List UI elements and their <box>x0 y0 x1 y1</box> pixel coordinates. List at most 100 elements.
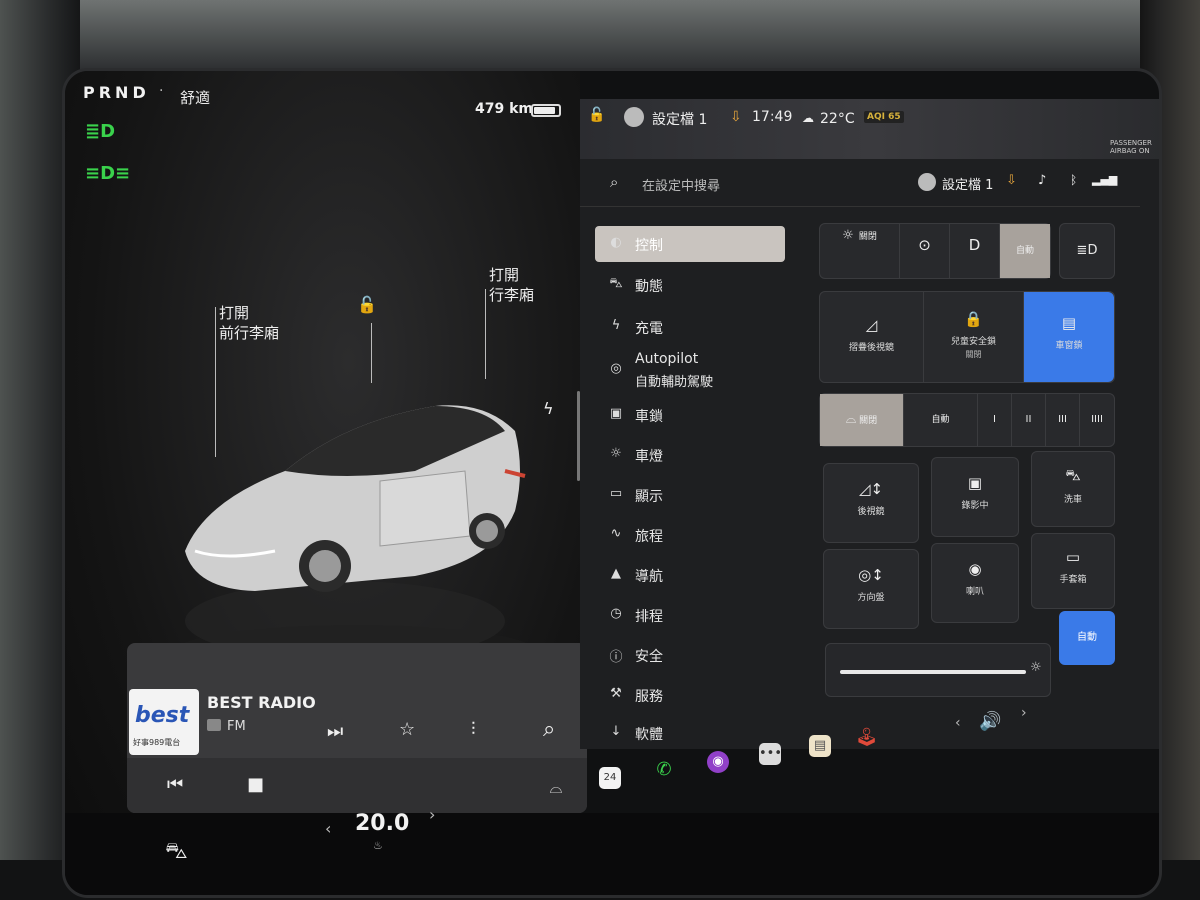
mirrors-adjust-inner[interactable]: ◿↕ 後視鏡 <box>824 464 918 542</box>
open-frunk-label[interactable]: 打開 前行李廂 <box>219 303 279 343</box>
menu-item-label: 顯示 <box>635 489 663 505</box>
mirror-lock-controls: ◿ 摺疊後視鏡 🔒 兒童安全鎖 關閉 ▤ 車窗鎖 <box>819 291 1115 383</box>
car-wash-tile[interactable]: ⛍ 洗車 <box>1031 451 1115 527</box>
profile-avatar-icon[interactable] <box>918 173 936 191</box>
joystick-icon[interactable]: 🕹 <box>855 727 878 749</box>
brightness-auto-button[interactable]: 自動 <box>1059 611 1115 665</box>
menu-item-charging[interactable]: ϟ 充電 <box>595 309 785 345</box>
equalizer-icon[interactable]: ⫶ <box>471 719 476 740</box>
search-icon[interactable]: ⌕ <box>543 717 555 742</box>
menu-item-label: 導航 <box>635 569 663 585</box>
brightness-icon: ☼ <box>1030 660 1042 675</box>
dashcam-tile[interactable]: ▣ 錄影中 <box>931 457 1019 537</box>
menu-item-autopilot[interactable]: ◎ Autopilot 自動輔助駕駛 <box>595 347 785 391</box>
weather-icon: ☁ <box>802 111 814 125</box>
menu-item-display[interactable]: ▭ 顯示 <box>595 477 785 513</box>
menu-item-lights[interactable]: ☼ 車燈 <box>595 437 785 473</box>
menu-item-dynamics[interactable]: ⛍ 動態 <box>595 267 785 303</box>
lights-auto-button[interactable]: 自動 <box>1000 224 1050 278</box>
calendar-icon[interactable]: 24 <box>599 767 621 789</box>
seat-heater-icon[interactable]: ♨ <box>373 839 383 852</box>
menu-item-locks[interactable]: ▣ 車鎖 <box>595 397 785 433</box>
temp-up-button[interactable]: › <box>429 805 435 824</box>
wiper-speed-4-button[interactable]: IIII <box>1080 394 1114 446</box>
profile-avatar-icon[interactable] <box>624 107 644 127</box>
bolt-icon: ϟ <box>611 318 621 333</box>
menu-item-software[interactable]: ↓ 軟體 <box>595 715 785 741</box>
menu-item-label: 車鎖 <box>635 409 663 425</box>
steering-adjust-inner[interactable]: ◎↕ 方向盤 <box>824 550 918 628</box>
volume-up-button[interactable]: › <box>1021 705 1027 721</box>
stop-button[interactable]: ■ <box>247 774 264 795</box>
fold-mirrors-button[interactable]: ◿ 摺疊後視鏡 <box>820 292 924 382</box>
volume-icon[interactable]: 🔊 <box>979 711 1001 732</box>
menu-item-schedule[interactable]: ◷ 排程 <box>595 597 785 633</box>
next-station-button[interactable]: ⏭ <box>327 721 343 742</box>
bluetooth-icon[interactable]: ᛒ <box>1070 173 1077 187</box>
favorite-icon[interactable]: ☆ <box>399 719 415 740</box>
range-readout: 479 km <box>475 101 533 117</box>
car-wash-inner[interactable]: ⛍ 洗車 <box>1032 452 1114 526</box>
brightness-track[interactable] <box>840 670 1026 674</box>
car-icon[interactable]: ⛍ <box>165 839 188 867</box>
menu-item-controls[interactable]: ◐ 控制 <box>595 226 785 262</box>
dashcam-inner[interactable]: ▣ 錄影中 <box>932 458 1018 536</box>
search-icon[interactable]: ⌕ <box>610 173 618 191</box>
menu-item-label: 控制 <box>635 238 663 254</box>
menu-item-safety[interactable]: ⓘ 安全 <box>595 637 785 673</box>
menu-item-trips[interactable]: ∿ 旅程 <box>595 517 785 553</box>
headlight-selector: ☼ 關閉 ⊙ D 自動 <box>819 223 1051 279</box>
profile-name[interactable]: 設定檔 1 <box>942 174 993 193</box>
brightness-slider[interactable]: ☼ <box>825 643 1051 697</box>
child-lock-button[interactable]: 🔒 兒童安全鎖 關閉 <box>924 292 1024 382</box>
notes-icon[interactable]: ▤ <box>809 735 831 757</box>
wipers-off-button[interactable]: ⌓ 關閉 <box>820 394 904 446</box>
open-trunk-label[interactable]: 打開 行李廂 <box>489 265 534 305</box>
wiper-speed-3-button[interactable]: III <box>1046 394 1080 446</box>
glovebox-tile[interactable]: ▭ 手套箱 <box>1031 533 1115 609</box>
menu-item-service[interactable]: ⚒ 服務 <box>595 677 785 713</box>
car-render[interactable] <box>165 361 545 681</box>
download-icon[interactable]: ⇩ <box>1006 173 1017 188</box>
volume-down-button[interactable]: ‹ <box>955 715 961 731</box>
high-beam-button[interactable]: ≣D <box>1059 223 1115 279</box>
wiper-speed-1-button[interactable]: I <box>978 394 1012 446</box>
horn-inner[interactable]: ◉ 喇叭 <box>932 544 1018 622</box>
lock-status-icon[interactable]: 🔓 <box>588 107 605 123</box>
menu-item-navigation[interactable]: ▲ 導航 <box>595 557 785 593</box>
unlock-icon[interactable]: 🔓 <box>357 295 377 314</box>
wiper-speed-2-button[interactable]: II <box>1012 394 1046 446</box>
window-lock-button[interactable]: ▤ 車窗鎖 <box>1024 292 1114 382</box>
steering-wheel-icon: ◎↕ <box>858 566 884 584</box>
window-lock-label: 車窗鎖 <box>1055 341 1083 351</box>
messages-icon[interactable]: ••• <box>759 743 782 765</box>
menu-item-label: Autopilot <box>635 351 699 367</box>
media-control-bar: ⏮ ■ <box>127 758 587 813</box>
previous-button[interactable]: ⏮ <box>167 774 183 795</box>
settings-search-input[interactable]: 在設定中搜尋 <box>642 175 720 194</box>
dashcam-label: 錄影中 <box>961 501 989 511</box>
charge-port-icon[interactable]: ϟ <box>543 399 554 418</box>
touchscreen: PRND · 舒適 479 km ≣D ≡D≡ 打開 前行李廂 打開 行李廂 🔓… <box>62 68 1162 898</box>
profile-name[interactable]: 設定檔 1 <box>652 109 707 129</box>
steering-adjust-tile[interactable]: ◎↕ 方向盤 <box>823 549 919 629</box>
cabin-temperature[interactable]: 20.0 <box>355 811 409 836</box>
phone-icon[interactable]: ✆ <box>653 759 675 781</box>
podcast-icon[interactable]: ◉ <box>707 751 729 773</box>
bell-icon[interactable]: ♪ <box>1038 173 1046 188</box>
parking-lights-button[interactable]: ⊙ <box>900 224 950 278</box>
mirrors-adjust-tile[interactable]: ◿↕ 後視鏡 <box>823 463 919 543</box>
low-beam-button[interactable]: D <box>950 224 1000 278</box>
lights-off-button[interactable]: ☼ 關閉 <box>820 224 900 278</box>
window-lock-icon: ▤ <box>1061 314 1077 332</box>
wipers-auto-button[interactable]: 自動 <box>904 394 978 446</box>
download-icon[interactable]: ⇩ <box>730 109 742 125</box>
menu-item-label: 軟體 <box>635 727 663 741</box>
horn-tile[interactable]: ◉ 喇叭 <box>931 543 1019 623</box>
status-bar: 🔓 設定檔 1 ⇩ 17:49 ☁ 22°C AQI 65 <box>580 99 1159 159</box>
wiper-icon[interactable]: ⌓ <box>545 777 567 799</box>
temp-down-button[interactable]: ‹ <box>325 819 331 838</box>
car-wash-icon: ⛍ <box>1065 466 1081 484</box>
glovebox-inner[interactable]: ▭ 手套箱 <box>1032 534 1114 608</box>
low-beam-icon: ≣D <box>85 121 116 142</box>
